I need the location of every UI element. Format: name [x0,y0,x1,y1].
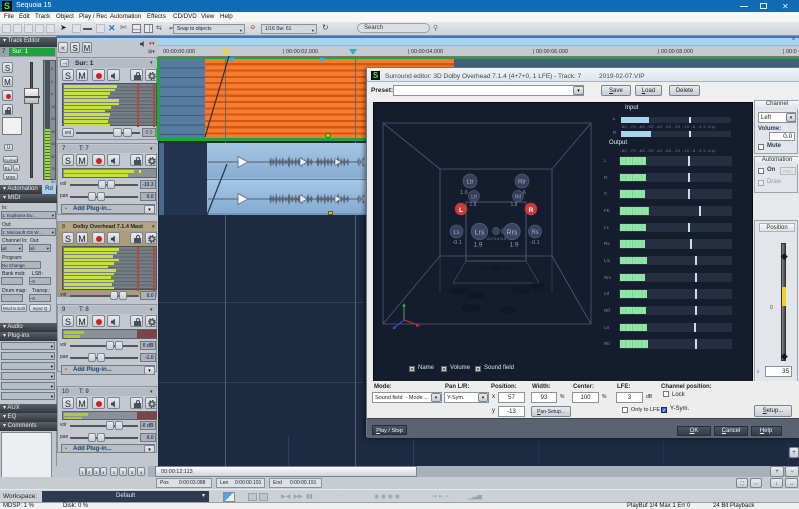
svg-text:Rtr: Rtr [518,180,526,186]
svg-text:Rtf: Rtf [515,195,522,201]
svg-text:1.6: 1.6 [460,190,468,196]
svg-text:R: R [529,207,534,214]
svg-text:Rs: Rs [531,230,538,236]
svg-text:-0.1: -0.1 [452,240,461,246]
svg-text:-0.0 0.4 0.0: -0.0 0.4 0.0 [486,236,507,241]
svg-text:1.8: 1.8 [470,202,477,208]
svg-text:Ltr: Ltr [466,180,473,186]
svg-text:Lrs: Lrs [475,230,485,237]
svg-text:1.8: 1.8 [511,202,518,208]
svg-text:Ls: Ls [453,230,459,236]
svg-text:L: L [459,207,463,214]
svg-text:Ltf: Ltf [471,195,477,201]
svg-text:Rrs: Rrs [507,230,518,237]
svg-text:1.9: 1.9 [473,242,482,249]
svg-text:1.9: 1.9 [509,242,518,249]
svg-text:-0.1: -0.1 [530,240,539,246]
